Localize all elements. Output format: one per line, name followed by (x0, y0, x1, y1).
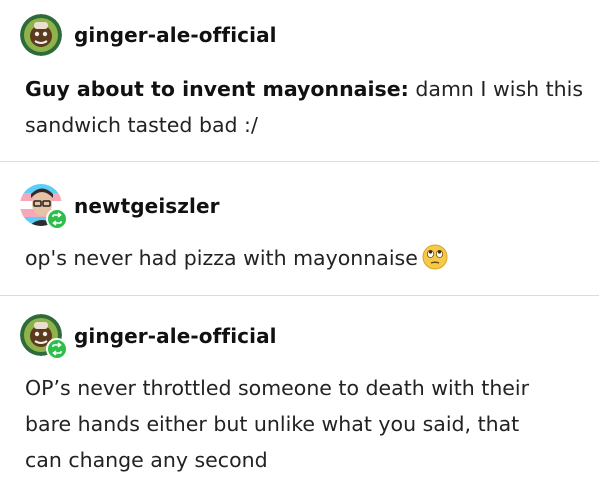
ginger-ale-avatar[interactable] (20, 14, 62, 56)
post-body-line-1: OP’s never throttled someone to death wi… (25, 376, 530, 400)
post-body-line-3: can change any second (25, 448, 268, 472)
post-reblog-1: newtgeiszler op's never had pizza with m… (0, 162, 599, 296)
post-body: Guy about to invent mayonnaise: damn I w… (25, 71, 585, 143)
post-body-line-2: sandwich tasted bad :/ (25, 113, 258, 137)
post-original: ginger-ale-official Guy about to invent … (0, 0, 599, 162)
face-with-rolling-eyes-icon (422, 244, 448, 270)
reblog-badge-icon (46, 338, 68, 360)
reblog-arrows-icon (52, 342, 62, 356)
post-body-bold-lead: Guy about to invent mayonnaise: (25, 77, 409, 101)
post-body-line-1: Guy about to invent mayonnaise: damn I w… (25, 71, 585, 107)
post-username[interactable]: newtgeiszler (74, 194, 220, 218)
post-body: OP’s never throttled someone to death wi… (25, 370, 590, 478)
post-body-line-1-rest: damn I wish this (408, 77, 584, 101)
post-body-line-2: bare hands either but unlike what you sa… (25, 412, 520, 436)
post-body-text: op's never had pizza with mayonnaise (25, 246, 418, 270)
post-username[interactable]: ginger-ale-official (74, 324, 277, 348)
post-body: op's never had pizza with mayonnaise (25, 240, 585, 276)
reblog-arrows-icon (52, 212, 62, 226)
ginger-ale-avatar-image (20, 14, 62, 56)
reblog-badge-icon (46, 208, 68, 230)
post-username[interactable]: ginger-ale-official (74, 23, 277, 47)
post-reblog-2: ginger-ale-official OP’s never throttled… (0, 296, 599, 485)
